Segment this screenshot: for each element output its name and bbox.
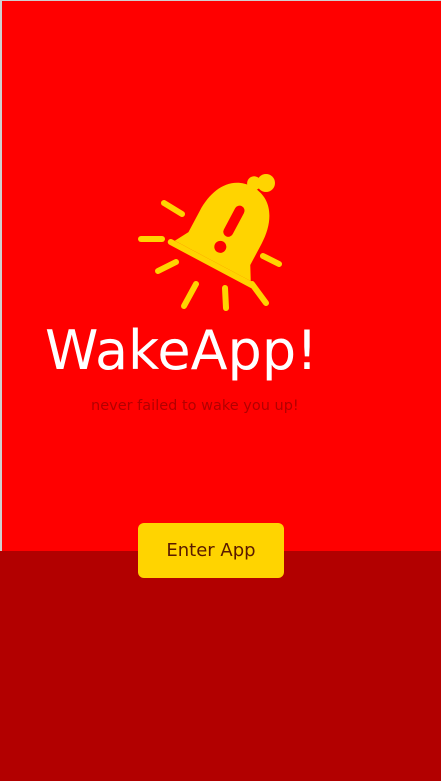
enter-app-button[interactable]: Enter App [138, 523, 284, 578]
app-title: WakeApp! [45, 319, 318, 382]
alarm-bell-icon [138, 174, 282, 311]
splash-screen: WakeApp! never failed to wake you up! En… [0, 0, 441, 781]
app-tagline: never failed to wake you up! [91, 398, 299, 414]
bottom-panel [0, 551, 441, 781]
top-border [0, 0, 441, 1]
